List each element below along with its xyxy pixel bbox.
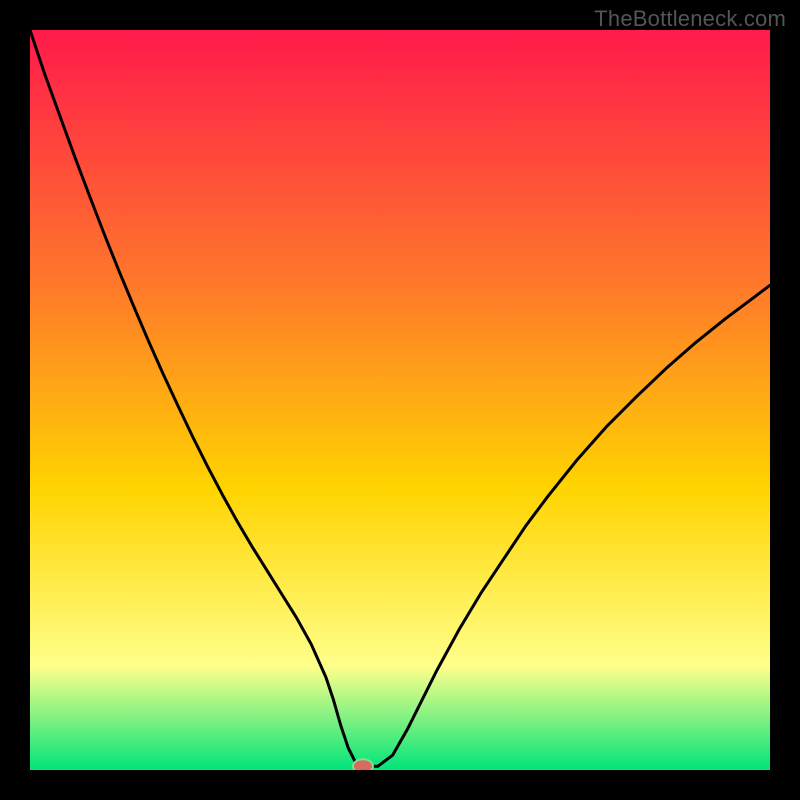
bottleneck-chart (30, 30, 770, 770)
watermark-text: TheBottleneck.com (594, 6, 786, 32)
gradient-background (30, 30, 770, 770)
optimal-point-marker (353, 759, 373, 770)
plot-area (30, 30, 770, 770)
chart-frame: TheBottleneck.com (0, 0, 800, 800)
